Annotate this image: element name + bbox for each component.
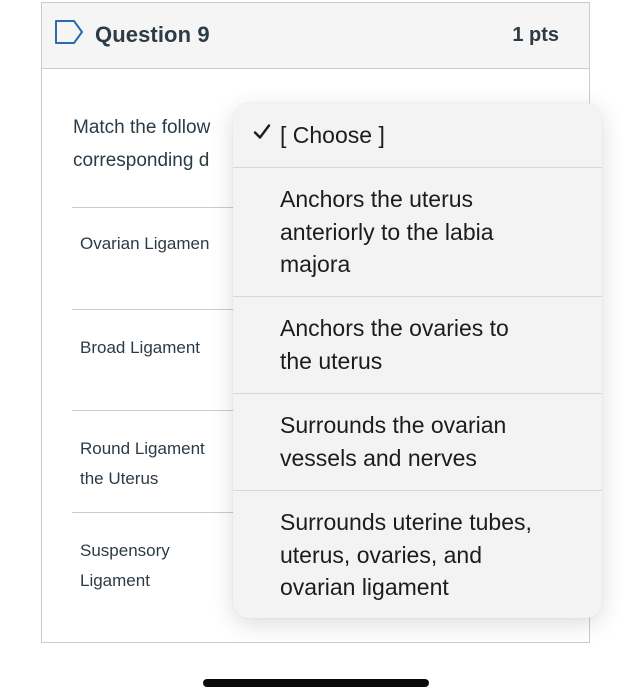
option-label-line: vessels and nerves <box>280 444 477 471</box>
checkmark-icon <box>253 124 271 139</box>
option-divider <box>233 490 602 491</box>
option-label-line: Surrounds the ovarian <box>280 412 507 438</box>
option-divider <box>233 296 602 297</box>
option-label-line: Anchors the uterus <box>280 186 474 212</box>
dropdown-option-ovarian-ligament[interactable]: Anchors the ovaries to the uterus <box>233 296 602 393</box>
option-label: [ Choose ] <box>280 119 585 152</box>
option-label-line: anteriorly to the labia <box>280 218 494 245</box>
question-points: 1 pts <box>512 24 559 46</box>
home-indicator[interactable] <box>203 679 429 687</box>
dropdown-option-broad-ligament[interactable]: Surrounds uterine tubes, uterus, ovaries… <box>233 490 602 618</box>
flag-icon[interactable] <box>54 19 84 45</box>
option-label-line: ovarian ligament <box>280 574 449 600</box>
dropdown-option-suspensory-ligament[interactable]: Surrounds the ovarian vessels and nerves <box>233 393 602 490</box>
option-label-line: Surrounds uterine tubes, <box>280 509 532 535</box>
option-label: Surrounds the ovarian vessels and nerves <box>280 409 585 474</box>
option-label-line: Anchors the ovaries to <box>280 315 509 341</box>
question-title: Question 9 <box>95 22 210 47</box>
dropdown-option-choose[interactable]: [ Choose ] <box>233 103 602 167</box>
option-label: Surrounds uterine tubes, uterus, ovaries… <box>280 506 585 604</box>
dropdown-menu: [ Choose ] Anchors the uterus anteriorly… <box>233 103 602 618</box>
option-label: Anchors the uterus anteriorly to the lab… <box>280 183 585 281</box>
option-label-line: majora <box>280 251 351 277</box>
option-label-line: uterus, ovaries, and <box>280 541 483 568</box>
dropdown-option-round-ligament[interactable]: Anchors the uterus anteriorly to the lab… <box>233 167 602 296</box>
option-label-line: [ Choose ] <box>280 122 385 148</box>
option-divider <box>233 167 602 168</box>
option-label: Anchors the ovaries to the uterus <box>280 312 585 377</box>
page: Question 9 1 pts Match the follow corres… <box>0 0 631 700</box>
option-label-line: the uterus <box>280 347 383 374</box>
question-header: Question 9 1 pts <box>42 3 589 69</box>
option-divider <box>233 393 602 394</box>
